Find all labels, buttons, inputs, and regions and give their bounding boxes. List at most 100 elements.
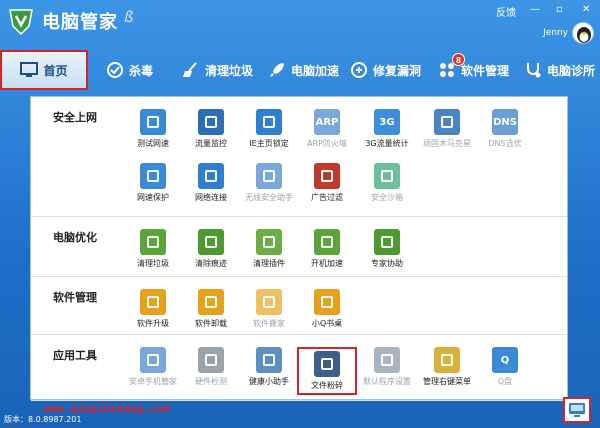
tool-label: 硬件检测: [195, 377, 227, 386]
tool-tile[interactable]: DNS DNS选优: [475, 109, 535, 149]
version-label: 版本：8.0.8987.201: [4, 415, 82, 424]
tool-label: 文件粉碎: [311, 381, 343, 390]
trash-icon: [198, 289, 224, 315]
tool-label: 管理右键菜单: [423, 377, 471, 386]
desktop-icon: [569, 403, 585, 417]
app-title: 电脑管家: [42, 12, 118, 33]
tool-tile[interactable]: 安卓手机管家: [123, 347, 183, 387]
mouse-icon: [434, 347, 460, 373]
tool-label: 无线安全助手: [245, 193, 293, 202]
tool-tile[interactable]: 默认程序设置: [357, 347, 417, 387]
section-title: 软件管理: [53, 291, 97, 304]
tool-tile[interactable]: 网络连接: [181, 163, 241, 203]
tool-tile[interactable]: 健康小助手: [239, 347, 299, 387]
tool-tile[interactable]: 软件搬家: [239, 289, 299, 329]
nav-label: 首页: [43, 63, 68, 78]
section-2: 软件管理软件升级 软件卸载 软件搬家 小Q书桌: [31, 277, 567, 335]
minimize-button[interactable]: —: [530, 4, 540, 15]
tool-tile[interactable]: 开机加速: [297, 229, 357, 269]
minimize-to-tray-button[interactable]: [563, 397, 591, 423]
phone-manager-icon: [140, 347, 166, 373]
tool-tile[interactable]: 测试网速: [123, 109, 183, 149]
monitor-icon: [20, 62, 39, 77]
tool-label: 安卓手机管家: [129, 377, 177, 386]
tool-tile[interactable]: 无线安全助手: [239, 163, 299, 203]
flower-icon: [314, 289, 340, 315]
alarm-clock-icon: [256, 347, 282, 373]
nav-fix[interactable]: 修复漏洞: [350, 50, 421, 90]
tool-tile[interactable]: 清除痕迹: [181, 229, 241, 269]
tool-label: 专家协助: [371, 259, 403, 268]
nav-clinic[interactable]: 电脑诊所: [524, 50, 595, 90]
notification-badge: 8: [452, 53, 465, 66]
section-title: 电脑优化: [53, 231, 97, 244]
tool-tile[interactable]: 软件卸载: [181, 289, 241, 329]
section-3: 应用工具 安卓手机管家 硬件检测 健康小助手 文件粉碎 默认程序设置 管理右键菜单 Q Q盘: [31, 335, 567, 401]
tool-tile[interactable]: 软件升级: [123, 289, 183, 329]
tool-tile[interactable]: ARP ARP防火墙: [297, 109, 357, 149]
tool-tile[interactable]: 清理垃圾: [123, 229, 183, 269]
eraser-icon: [198, 229, 224, 255]
nav-clean[interactable]: 清理垃圾: [182, 50, 253, 90]
horse-icon: [434, 109, 460, 135]
nav-speedup[interactable]: 电脑加速: [268, 50, 339, 90]
puzzle-icon: [256, 229, 282, 255]
main-nav: 首页 杀毒 清理垃圾 电脑加速 修复漏洞 软件管理 8 电脑诊所: [0, 50, 600, 90]
tool-tile[interactable]: IE主页锁定: [239, 109, 299, 149]
tool-tile[interactable]: 安全沙箱: [357, 163, 417, 203]
section-0: 安全上网 测试网速 流量监控 IE主页锁定 ARP ARP防火墙 3G 3G流量统计 顽固木马克…: [31, 97, 567, 217]
speedometer-icon: [140, 109, 166, 135]
section-title: 安全上网: [53, 111, 97, 124]
title-bar: 电脑管家 ß 反馈 — ▫ ✕ Jenny: [0, 0, 600, 44]
tool-tile[interactable]: 文件粉碎: [297, 347, 357, 395]
truck-icon: [256, 289, 282, 315]
tool-tile[interactable]: 广告过滤: [297, 163, 357, 203]
tool-tile[interactable]: Q Q盘: [475, 347, 535, 387]
arp-icon: ARP: [314, 109, 340, 135]
tool-tile[interactable]: 专家协助: [357, 229, 417, 269]
tool-tile[interactable]: 管理右键菜单: [417, 347, 477, 387]
tool-tile[interactable]: 3G 3G流量统计: [357, 109, 417, 149]
3g-icon: 3G: [374, 109, 400, 135]
app-window: 电脑管家 ß 反馈 — ▫ ✕ Jenny 首页 杀毒 清理垃圾 电脑加速 修复…: [0, 0, 600, 428]
tool-tile[interactable]: 清理插件: [239, 229, 299, 269]
nav-label: 电脑诊所: [547, 63, 596, 78]
nav-label: 修复漏洞: [373, 63, 422, 78]
tool-label: 软件升级: [137, 319, 169, 328]
tool-tile[interactable]: 流量监控: [181, 109, 241, 149]
globe-icon: [198, 163, 224, 189]
tool-tile[interactable]: 小Q书桌: [297, 289, 357, 329]
tool-tile[interactable]: 硬件检测: [181, 347, 241, 387]
tool-label: ARP防火墙: [307, 139, 347, 148]
tool-tile[interactable]: 顽固木马克星: [417, 109, 477, 149]
stethoscope-icon: [527, 63, 541, 78]
title-decoration: ß: [124, 8, 134, 26]
tool-label: 流量监控: [195, 139, 227, 148]
wrench-icon: [351, 62, 367, 78]
nav-label: 杀毒: [129, 63, 154, 78]
dns-icon: DNS: [492, 109, 518, 135]
tool-label: 健康小助手: [249, 377, 289, 386]
nav-antivirus[interactable]: 杀毒: [106, 50, 153, 90]
user-name[interactable]: Jenny: [543, 28, 568, 38]
nav-home[interactable]: 首页: [0, 50, 88, 90]
feedback-button[interactable]: 反馈: [496, 4, 516, 19]
rocket-icon: [270, 63, 284, 77]
ie-lock-icon: [256, 109, 282, 135]
sandbox-icon: [374, 163, 400, 189]
tool-label: 小Q书桌: [311, 319, 343, 328]
avatar[interactable]: [572, 22, 594, 44]
clean-icon: [140, 229, 166, 255]
shield-scan-icon: [107, 62, 123, 78]
tool-label: 3G流量统计: [365, 139, 409, 148]
tool-label: Q盘: [497, 377, 513, 386]
tool-tile[interactable]: 网速保护: [123, 163, 183, 203]
tools-panel: 安全上网 测试网速 流量监控 IE主页锁定 ARP ARP防火墙 3G 3G流量统计 顽固木马克…: [30, 96, 568, 401]
gear-icon: [374, 347, 400, 373]
maximize-button[interactable]: ▫: [556, 4, 563, 15]
tool-label: DNS选优: [488, 139, 522, 148]
nav-software[interactable]: 软件管理 8: [438, 50, 509, 90]
tool-label: 广告过滤: [311, 193, 343, 202]
tool-label: 清除痕迹: [195, 259, 227, 268]
close-button[interactable]: ✕: [582, 4, 590, 15]
